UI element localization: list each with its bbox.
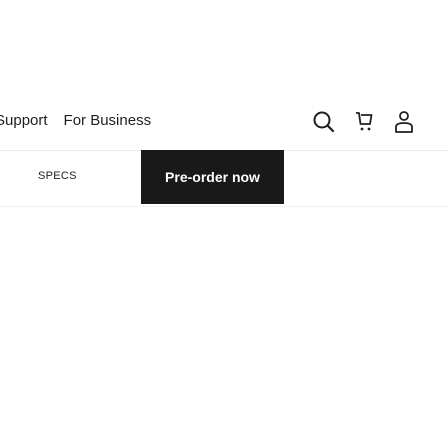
page: Support For Business SPECS Pre-order now [0, 0, 448, 448]
preorder-button[interactable]: Pre-order now [141, 150, 284, 204]
account-button[interactable] [384, 102, 424, 142]
nav-icons [304, 102, 424, 142]
product-subbar: SPECS Pre-order now [0, 150, 448, 206]
divider [0, 206, 448, 207]
nav-link-support[interactable]: Support [0, 112, 48, 129]
cart-button[interactable] [344, 102, 384, 142]
account-icon [395, 111, 413, 133]
search-button[interactable] [304, 102, 344, 142]
nav-links: Support For Business [0, 112, 167, 129]
nav-link-for-business[interactable]: For Business [64, 112, 152, 129]
search-icon [313, 111, 335, 133]
specs-link[interactable]: SPECS [38, 170, 77, 182]
top-navigation: Support For Business [0, 0, 448, 151]
cart-icon [356, 112, 373, 131]
